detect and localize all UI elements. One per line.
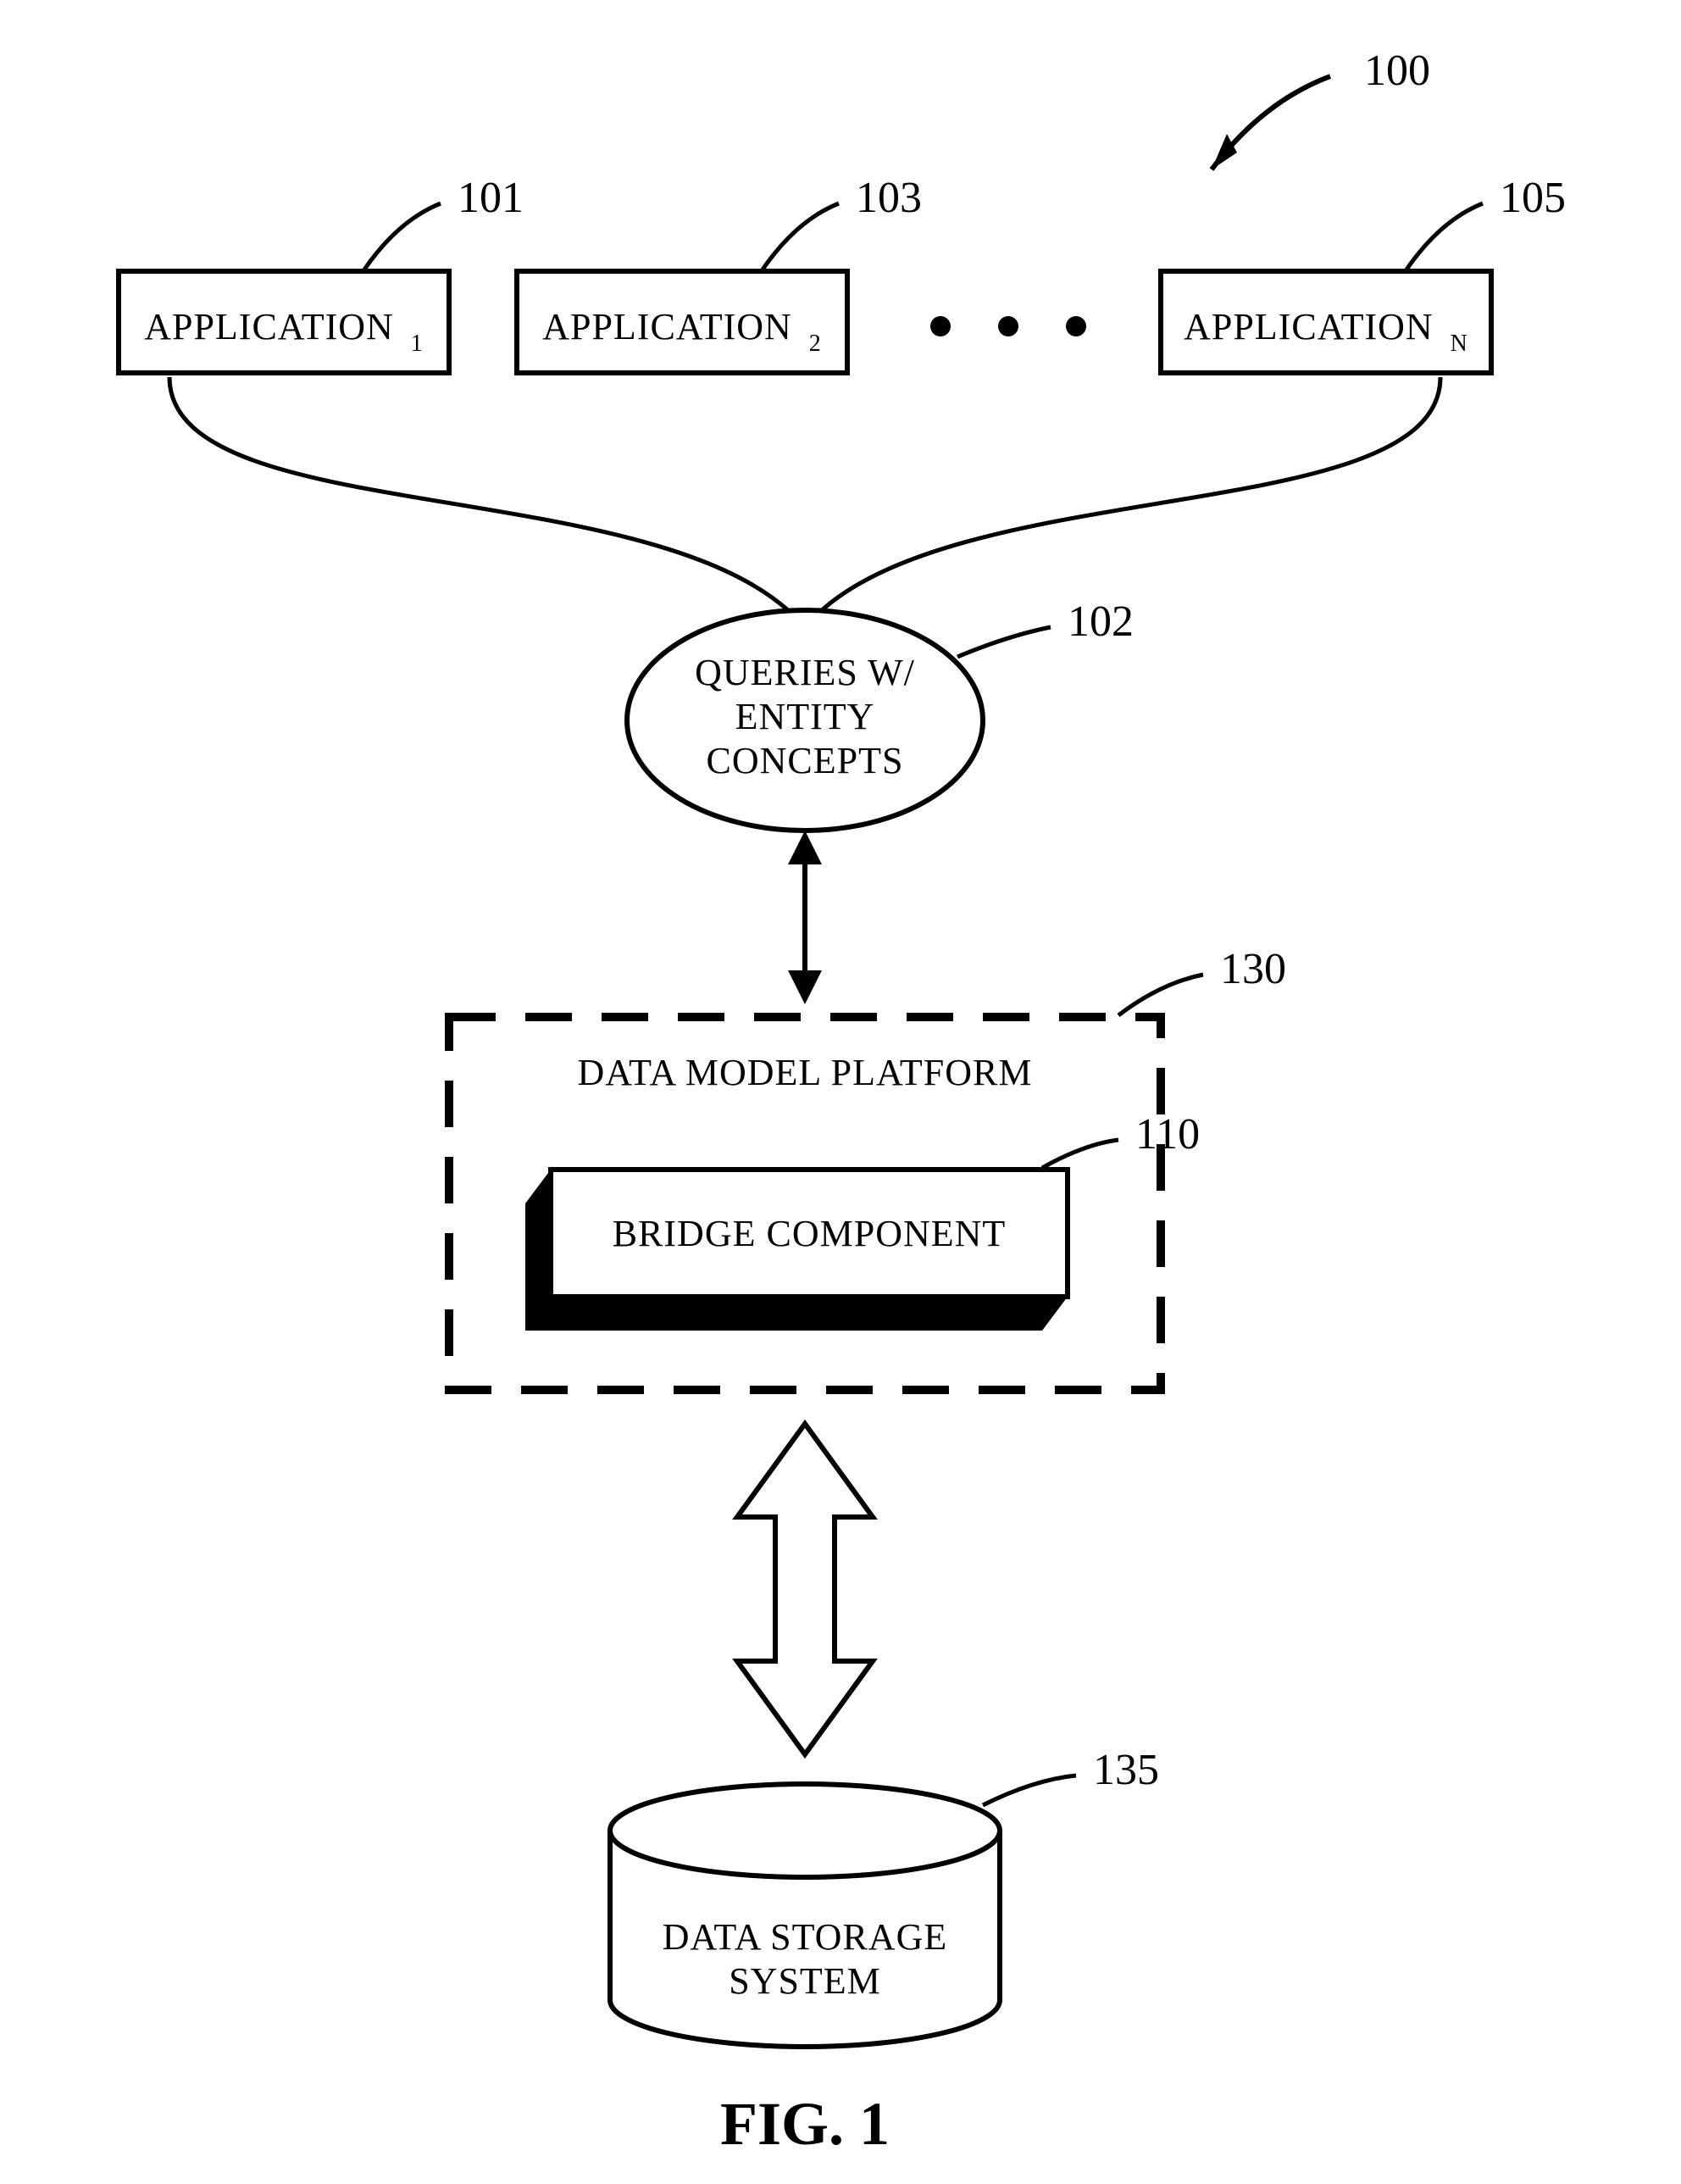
bridge-label: BRIDGE COMPONENT [613,1213,1007,1254]
diagram-figure: 100 APPLICATION 1 101 APPLICATION 2 103 … [0,0,1681,2184]
queries-line1: QUERIES W/ [695,652,915,693]
app2-sub: 2 [809,331,822,357]
app1-sub: 1 [411,331,424,357]
application-n-box: APPLICATION N 105 [1161,174,1566,373]
application-2-box: APPLICATION 2 103 [517,174,922,373]
queries-line3: CONCEPTS [707,740,904,781]
ref-arrow-100: 100 [1212,47,1430,169]
ref-num-102: 102 [1068,597,1134,646]
ref-num-110: 110 [1135,1110,1200,1159]
storage-line2: SYSTEM [729,1960,881,2002]
queries-ellipse: QUERIES W/ ENTITY CONCEPTS 102 [627,597,1134,831]
ref-num-101: 101 [458,174,524,222]
ellipsis-dots [930,316,1086,336]
big-double-arrow [737,1424,873,1754]
ref-num-105: 105 [1500,174,1566,222]
app2-label: APPLICATION [542,306,792,347]
bridge-component-box: BRIDGE COMPONENT 110 [525,1110,1200,1331]
application-1-box: APPLICATION 1 101 [119,174,524,373]
convergence-brace [169,377,1440,610]
data-storage-cylinder: DATA STORAGE SYSTEM 135 [610,1746,1159,2047]
double-arrow-queries-platform [788,831,822,1004]
storage-line1: DATA STORAGE [663,1916,947,1958]
ref-num-103: 103 [856,174,922,222]
appN-label: APPLICATION [1184,306,1434,347]
ref-num-135: 135 [1093,1746,1159,1794]
figure-label: FIG. 1 [720,2090,890,2158]
ref-num-130: 130 [1220,945,1286,993]
app1-label: APPLICATION [144,306,394,347]
ref-num-100: 100 [1364,47,1430,95]
queries-line2: ENTITY [735,696,875,737]
platform-label: DATA MODEL PLATFORM [577,1052,1032,1093]
appN-sub: N [1451,331,1468,357]
